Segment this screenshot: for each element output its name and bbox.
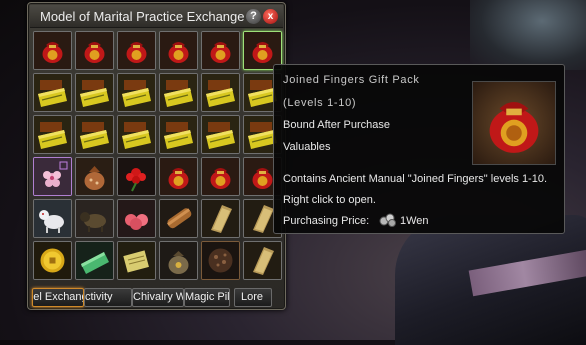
manual-book-icon: [76, 74, 113, 111]
item-slot[interactable]: [75, 31, 114, 70]
item-slot[interactable]: [201, 73, 240, 112]
item-slot[interactable]: [117, 115, 156, 154]
manual-book-icon: [118, 74, 155, 111]
gift-pack-icon: [202, 32, 239, 69]
item-slot[interactable]: [75, 73, 114, 112]
dark-pet-icon: [76, 200, 113, 237]
tab-label: Lore: [241, 291, 264, 303]
tab-label: Magic Pill: [185, 291, 230, 303]
yellow-letter-icon: [118, 242, 155, 279]
tab-4[interactable]: Magic Pill: [184, 288, 230, 307]
treasure-pouch-icon: [160, 242, 197, 279]
manual-book-icon: [160, 74, 197, 111]
tab-2[interactable]: ctivity: [84, 288, 132, 307]
green-book-icon: [76, 242, 113, 279]
item-slot[interactable]: [33, 199, 72, 238]
exchange-window: Model of Marital Practice Exchange ? x e…: [27, 2, 286, 310]
item-slot[interactable]: [159, 73, 198, 112]
gift-pack-icon: [202, 158, 239, 195]
item-slot[interactable]: [159, 199, 198, 238]
tab-5[interactable]: Lore: [234, 288, 272, 307]
item-slot[interactable]: [201, 31, 240, 70]
tab-label: Chivalry Welc: [133, 291, 183, 303]
item-slot[interactable]: [117, 241, 156, 280]
tooltip-description: Contains Ancient Manual "Joined Fingers"…: [283, 173, 548, 185]
item-grid: [33, 31, 282, 280]
item-slot[interactable]: [33, 157, 72, 196]
tooltip-usage-hint: Right click to open.: [283, 194, 376, 206]
manual-book-icon: [160, 116, 197, 153]
gift-pack-icon: [489, 101, 539, 153]
blossom-icon: [34, 158, 71, 195]
tablet-icon: [244, 242, 281, 279]
manual-book-icon: [202, 74, 239, 111]
item-slot[interactable]: [117, 157, 156, 196]
manual-book-icon: [202, 116, 239, 153]
item-slot[interactable]: [201, 157, 240, 196]
gift-pack-icon: [34, 32, 71, 69]
gift-pack-icon: [160, 32, 197, 69]
item-slot[interactable]: [75, 115, 114, 154]
category-tabs: odel Exchangectivity Chivalry WelcMagic P…: [30, 285, 283, 307]
pouch-icon: [76, 158, 113, 195]
scroll-icon: [160, 200, 197, 237]
background-light: [470, 0, 586, 70]
manual-book-icon: [34, 74, 71, 111]
item-slot[interactable]: [159, 241, 198, 280]
white-pet-icon: [34, 200, 71, 237]
window-titlebar[interactable]: Model of Marital Practice Exchange ? x: [30, 5, 283, 28]
item-slot[interactable]: [33, 241, 72, 280]
item-slot[interactable]: [159, 157, 198, 196]
item-slot[interactable]: [33, 73, 72, 112]
item-slot[interactable]: [33, 31, 72, 70]
item-slot[interactable]: [117, 73, 156, 112]
item-slot[interactable]: [117, 199, 156, 238]
item-slot[interactable]: [159, 115, 198, 154]
tab-label: ctivity: [85, 291, 113, 303]
item-slot[interactable]: [201, 115, 240, 154]
help-button[interactable]: ?: [246, 9, 261, 24]
item-slot[interactable]: [201, 199, 240, 238]
tooltip-price-value: 1Wen: [400, 215, 429, 227]
item-slot[interactable]: [201, 241, 240, 280]
tab-1[interactable]: odel Exchange: [32, 288, 84, 307]
item-slot[interactable]: [243, 241, 282, 280]
tablet-icon: [202, 200, 239, 237]
window-title: Model of Marital Practice Exchange: [40, 9, 245, 24]
close-button[interactable]: x: [263, 9, 278, 24]
tooltip-category: Valuables: [283, 141, 331, 153]
gift-pack-icon: [160, 158, 197, 195]
gold-coin-icon: [34, 242, 71, 279]
item-slot[interactable]: [75, 157, 114, 196]
item-slot[interactable]: [117, 31, 156, 70]
dark-stone-icon: [202, 242, 239, 279]
tab-3[interactable]: Chivalry Welc: [132, 288, 184, 307]
manual-book-icon: [76, 116, 113, 153]
item-slot[interactable]: [75, 241, 114, 280]
item-slot[interactable]: [33, 115, 72, 154]
tooltip-binding: Bound After Purchase: [283, 119, 391, 131]
item-slot[interactable]: [75, 199, 114, 238]
tooltip-item-image: [472, 81, 556, 165]
gift-pack-icon: [76, 32, 113, 69]
tooltip-level-range: (Levels 1-10): [283, 97, 357, 109]
gift-pack-icon: [118, 32, 155, 69]
item-slot[interactable]: [159, 31, 198, 70]
coins-icon: [379, 213, 396, 227]
tooltip-item-name: Joined Fingers Gift Pack: [283, 74, 420, 86]
item-tooltip: Joined Fingers Gift Pack (Levels 1-10) B…: [273, 64, 565, 234]
red-flower-icon: [118, 158, 155, 195]
manual-book-icon: [118, 116, 155, 153]
manual-book-icon: [34, 116, 71, 153]
tooltip-price-label: Purchasing Price:: [283, 215, 370, 227]
tab-label: odel Exchange: [33, 291, 83, 303]
peaches-icon: [118, 200, 155, 237]
